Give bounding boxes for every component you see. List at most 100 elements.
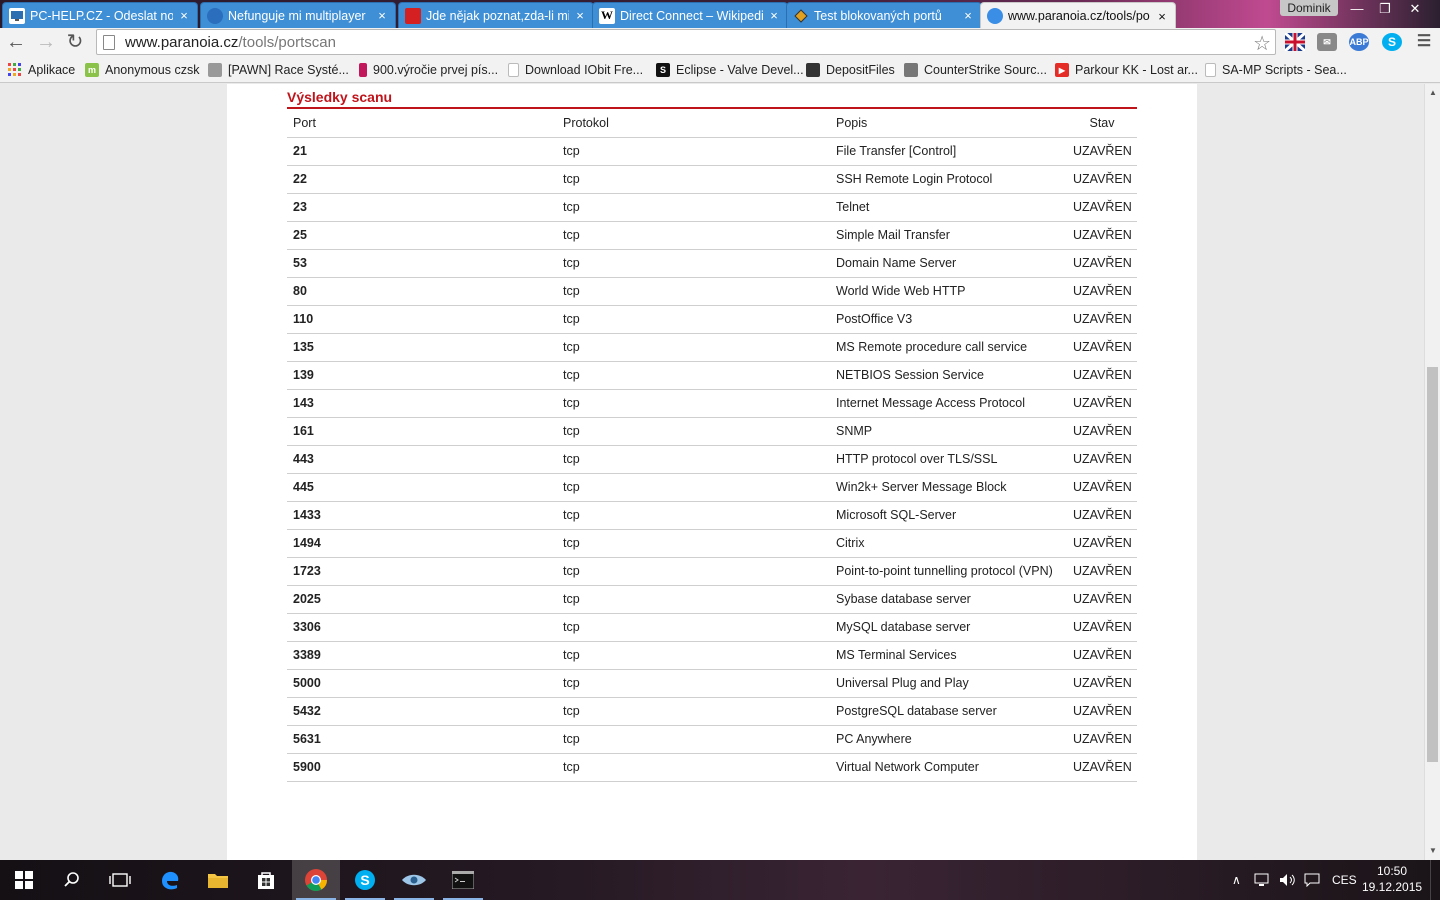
search-icon[interactable] (48, 860, 96, 900)
network-icon[interactable] (1254, 860, 1272, 900)
pc-help-icon (9, 7, 25, 24)
reload-icon[interactable]: ↻ (63, 30, 87, 54)
bookmark-eclipse[interactable]: S Eclipse - Valve Devel... (656, 61, 804, 79)
adblock-icon[interactable]: ABP (1349, 33, 1369, 51)
back-icon[interactable]: ← (4, 30, 28, 54)
bookmark-aplikace[interactable]: Aplikace (8, 61, 75, 79)
section-divider (287, 107, 1137, 109)
system-clock[interactable]: 10:50 19.12.2015 (1362, 863, 1422, 895)
scroll-down-arrow-icon[interactable]: ▼ (1425, 844, 1440, 858)
description-cell: Telnet (830, 193, 1067, 222)
tab-jde-nejak[interactable]: Jde nějak poznat,zda-li mi × (398, 2, 594, 28)
store-icon[interactable] (242, 860, 290, 900)
forward-icon[interactable]: → (34, 30, 58, 54)
bookmark-star-icon[interactable]: ☆ (1253, 31, 1271, 56)
tab-pc-help[interactable]: PC-HELP.CZ - Odeslat nov × (2, 2, 198, 28)
tab-close-icon[interactable]: × (573, 8, 587, 23)
description-cell: Sybase database server (830, 585, 1067, 614)
bookmark-counterstrike[interactable]: CounterStrike Sourc... (904, 61, 1047, 79)
scroll-up-arrow-icon[interactable]: ▲ (1425, 86, 1440, 100)
task-view-icon[interactable] (96, 860, 144, 900)
skype-ext-icon[interactable]: S (1382, 33, 1402, 51)
status-cell: UZAVŘEN (1067, 473, 1137, 502)
tab-close-icon[interactable]: × (961, 8, 975, 23)
section-title: Výsledky scanu (287, 89, 393, 105)
protocol-cell: tcp (557, 193, 830, 222)
port-cell: 5631 (287, 725, 557, 754)
tab-multiplayer[interactable]: Nefunguje mi multiplayer × (200, 2, 396, 28)
show-hidden-icons[interactable]: ∧ (1232, 860, 1241, 900)
description-cell: Point-to-point tunnelling protocol (VPN) (830, 557, 1067, 586)
tab-title: Jde nějak poznat,zda-li mi (426, 8, 569, 23)
description-cell: Domain Name Server (830, 249, 1067, 278)
protocol-cell: tcp (557, 641, 830, 670)
port-cell: 1494 (287, 529, 557, 558)
close-window-icon[interactable]: ✕ (1400, 0, 1430, 18)
url-host: www.paranoia.cz (125, 33, 239, 51)
bookmark-anonymous[interactable]: m Anonymous czsk (85, 61, 199, 79)
terminal-icon[interactable] (439, 860, 487, 900)
tab-close-icon[interactable]: × (1155, 9, 1169, 24)
tab-close-icon[interactable]: × (767, 8, 781, 23)
page-icon (508, 63, 519, 77)
protocol-cell: tcp (557, 753, 830, 782)
bookmark-label: 900.výročie prvej pís... (373, 63, 499, 77)
vertical-scrollbar[interactable]: ▲ ▼ (1424, 84, 1440, 860)
port-cell: 3389 (287, 641, 557, 670)
globe-icon (987, 8, 1003, 24)
minimize-icon[interactable]: ― (1342, 0, 1372, 18)
description-cell: NETBIOS Session Service (830, 361, 1067, 390)
tab-title: Direct Connect – Wikipedi (620, 8, 763, 23)
table-row: 5000 tcp Universal Plug and Play UZAVŘEN (287, 669, 1137, 698)
chrome-icon[interactable] (292, 860, 340, 900)
protocol-cell: tcp (557, 165, 830, 194)
table-row: 1723 tcp Point-to-point tunnelling protoco… (287, 557, 1137, 586)
status-cell: UZAVŘEN (1067, 613, 1137, 642)
mail-icon[interactable]: ✉ (1317, 33, 1337, 51)
port-cell: 2025 (287, 585, 557, 614)
edge-icon[interactable] (146, 860, 194, 900)
restore-icon[interactable]: ❐ (1370, 0, 1400, 18)
protocol-cell: tcp (557, 529, 830, 558)
protocol-cell: tcp (557, 389, 830, 418)
action-center-icon[interactable] (1304, 860, 1320, 900)
profile-badge[interactable]: Dominik (1280, 0, 1338, 16)
clock-date: 19.12.2015 (1362, 880, 1423, 894)
skype-icon[interactable]: S (341, 860, 389, 900)
file-explorer-icon[interactable] (194, 860, 242, 900)
address-bar[interactable]: www.paranoia.cz/tools/portscan ☆ (96, 29, 1276, 55)
flag-uk-icon[interactable] (1283, 31, 1307, 53)
tab-close-icon[interactable]: × (375, 8, 389, 23)
eye-app-icon[interactable] (390, 860, 438, 900)
bookmark-samp[interactable]: SA-MP Scripts - Sea... (1205, 61, 1347, 79)
description-cell: PC Anywhere (830, 725, 1067, 754)
description-cell: Universal Plug and Play (830, 669, 1067, 698)
bookmark-depositfiles[interactable]: DepositFiles (806, 61, 895, 79)
scroll-thumb[interactable] (1427, 367, 1438, 762)
volume-icon[interactable] (1279, 860, 1297, 900)
bookmark-label: Anonymous czsk (105, 63, 200, 77)
windows-start-icon[interactable] (0, 860, 48, 900)
tab-title: Test blokovaných portů (814, 8, 942, 23)
apps-grid-icon (8, 63, 22, 77)
bookmark-900-vyrocie[interactable]: 900.výročie prvej pís... (359, 61, 498, 79)
tab-paranoia[interactable]: www.paranoia.cz/tools/po × (980, 2, 1176, 29)
clock-time: 10:50 (1376, 864, 1408, 878)
tab-direct-connect[interactable]: W Direct Connect – Wikipedi × (592, 2, 788, 28)
bookmark-pawn[interactable]: [PAWN] Race Systé... (208, 61, 349, 79)
tab-close-icon[interactable]: × (177, 8, 191, 23)
protocol-cell: tcp (557, 501, 830, 530)
description-cell: Virtual Network Computer (830, 753, 1067, 782)
bookmark-iobit[interactable]: Download IObit Fre... (508, 61, 643, 79)
language-indicator[interactable]: CES (1332, 860, 1357, 900)
description-cell: Internet Message Access Protocol (830, 389, 1067, 418)
tab-test-portu[interactable]: Test blokovaných portů × (786, 2, 982, 28)
cs-icon (904, 63, 918, 77)
tab-strip: PC-HELP.CZ - Odeslat nov × Nefunguje mi … (0, 0, 1440, 29)
port-cell: 21 (287, 137, 557, 166)
bookmark-parkour[interactable]: ▶ Parkour KK - Lost ar... (1055, 61, 1198, 79)
show-desktop-button[interactable] (1430, 860, 1440, 900)
port-cell: 1433 (287, 501, 557, 530)
menu-icon[interactable]: ☰ (1414, 33, 1434, 51)
status-cell: UZAVŘEN (1067, 333, 1137, 362)
